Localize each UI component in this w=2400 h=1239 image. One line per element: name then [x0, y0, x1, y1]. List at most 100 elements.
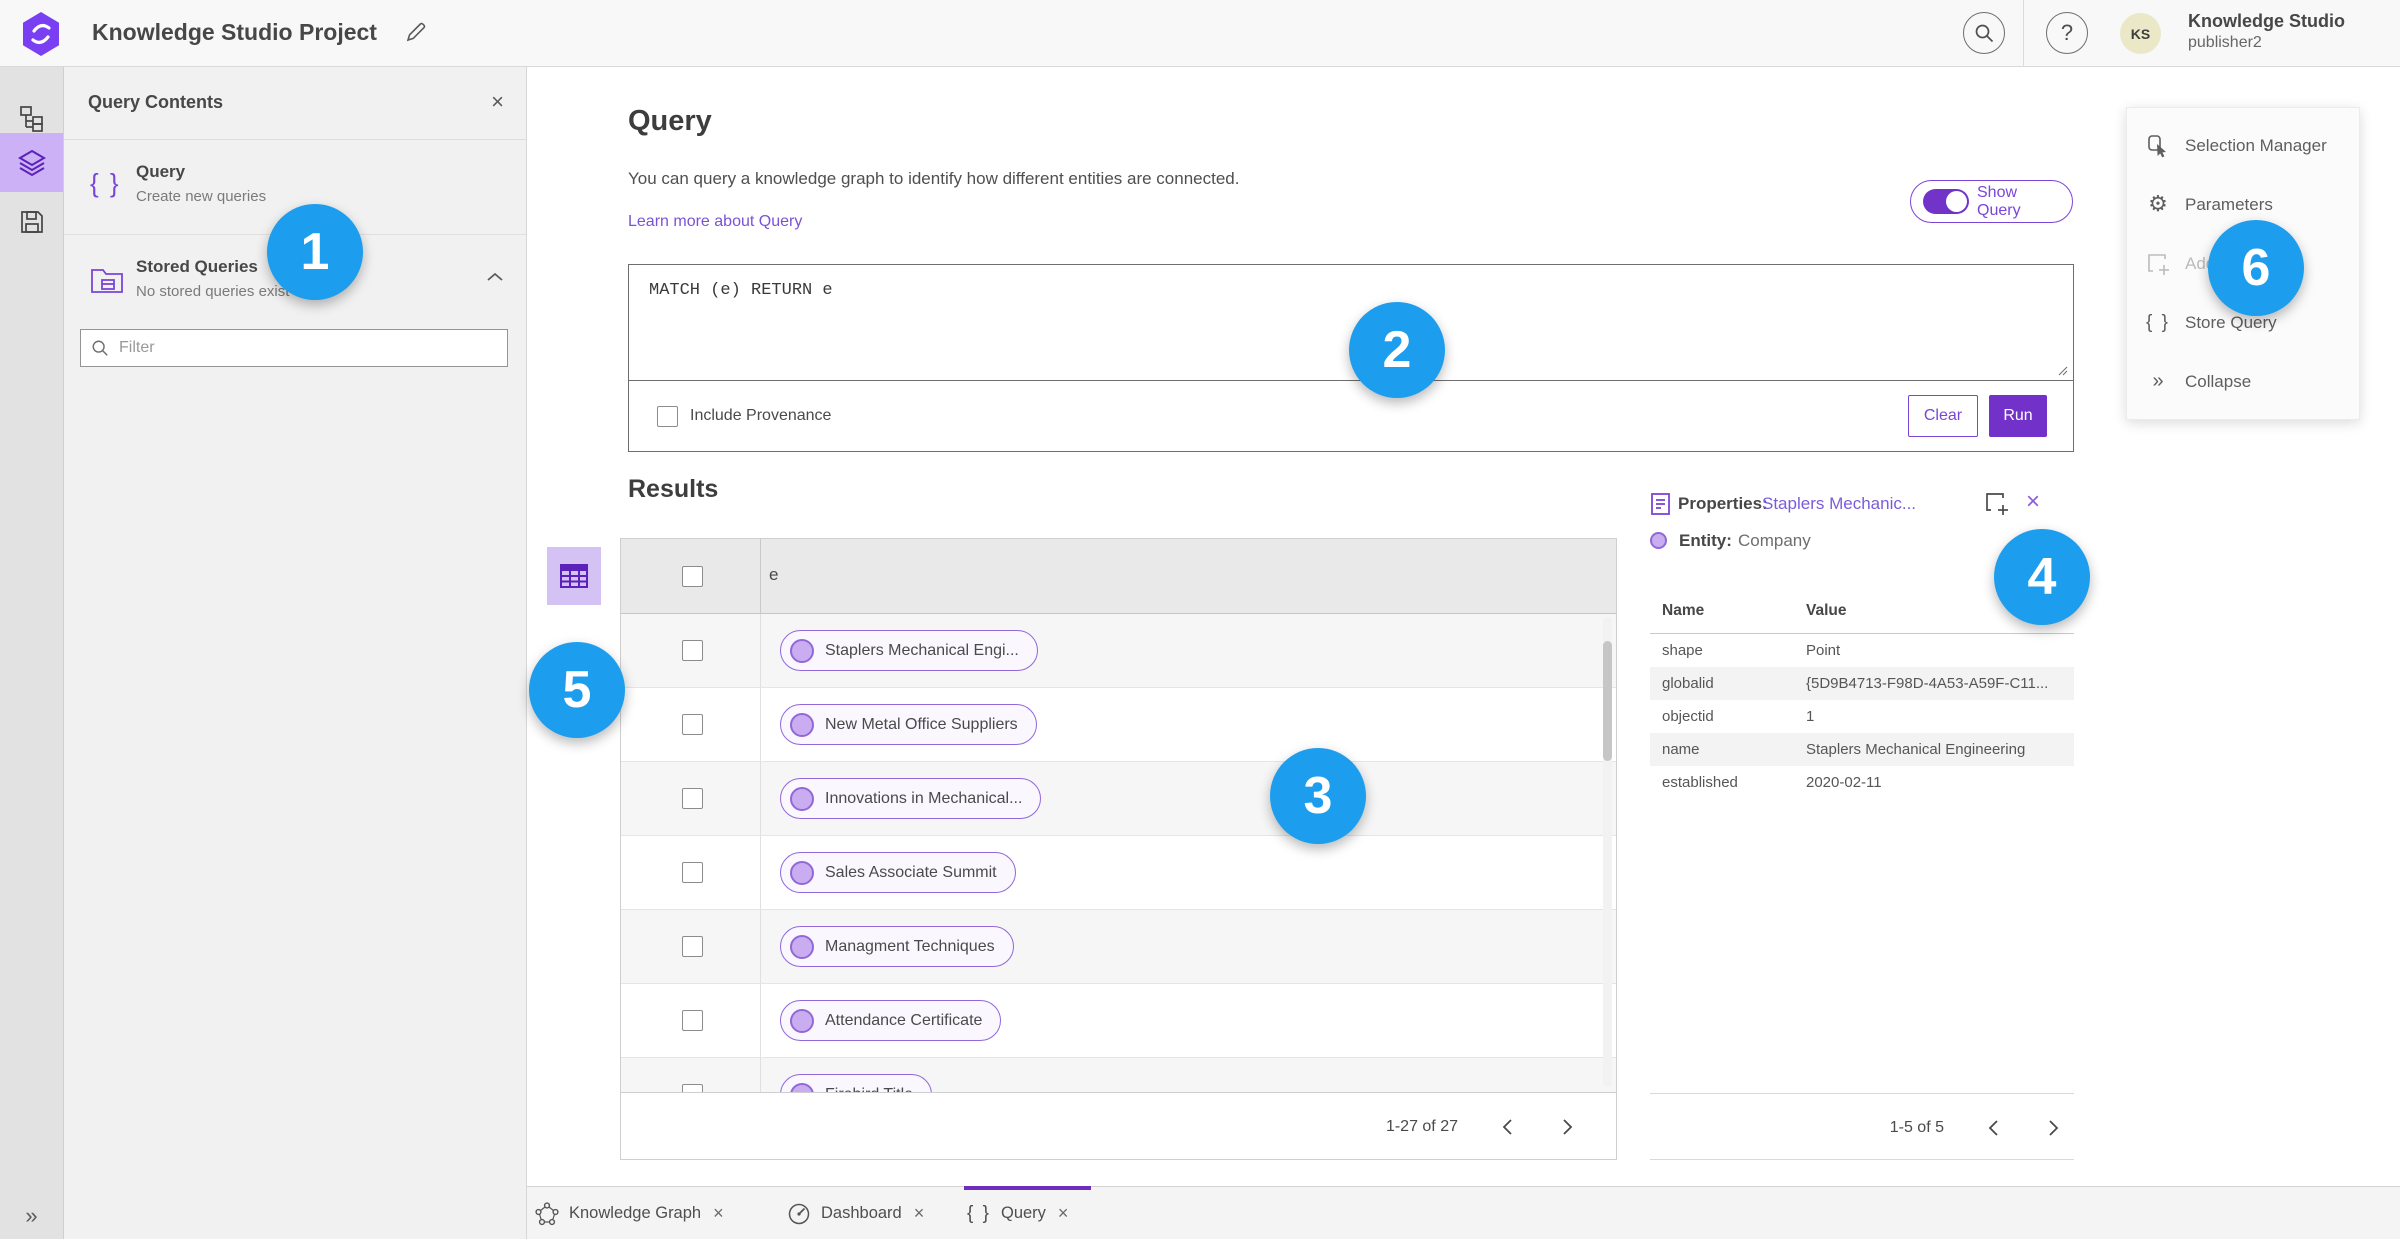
- table-row: Sales Associate Summit: [621, 836, 1616, 910]
- resize-handle-icon[interactable]: [2057, 365, 2069, 377]
- column-header-e: e: [769, 565, 779, 584]
- row-checkbox[interactable]: [682, 1010, 703, 1031]
- help-button[interactable]: ?: [2046, 12, 2088, 54]
- avatar[interactable]: KS: [2120, 13, 2161, 54]
- scrollbar-thumb[interactable]: [1603, 641, 1612, 761]
- entity-chip[interactable]: Firebird Title: [780, 1074, 933, 1093]
- results-table-body: Staplers Mechanical Engi... New Metal Of…: [621, 614, 1616, 1093]
- selection-manager-icon: [2143, 134, 2173, 158]
- callout-badge-1: 1: [267, 204, 363, 300]
- run-button[interactable]: Run: [1989, 395, 2047, 437]
- braces-icon: { }: [90, 168, 121, 198]
- folder-icon: [90, 263, 124, 295]
- learn-more-link[interactable]: Learn more about Query: [628, 213, 802, 231]
- property-row: established 2020-02-11: [1650, 766, 2074, 799]
- entity-chip[interactable]: Sales Associate Summit: [780, 852, 1016, 893]
- callout-badge-4: 4: [1994, 529, 2090, 625]
- collapse-icon: »: [2152, 370, 2164, 392]
- table-row: Firebird Title: [621, 1058, 1616, 1093]
- table-view-button[interactable]: [547, 547, 601, 605]
- results-heading: Results: [628, 475, 719, 503]
- property-row: shape Point: [1650, 634, 2074, 667]
- properties-label: Properties:: [1678, 494, 1768, 513]
- close-tab-icon[interactable]: ×: [1056, 1203, 1071, 1224]
- gear-icon: ⚙: [2148, 192, 2168, 217]
- entity-chip[interactable]: Staplers Mechanical Engi...: [780, 630, 1038, 671]
- stored-queries-subtitle: No stored queries exist: [136, 283, 290, 300]
- table-icon: [560, 564, 588, 588]
- properties-footer: 1-5 of 5: [1650, 1093, 2074, 1160]
- query-item-title: Query: [136, 162, 186, 181]
- menu-item-selection-manager[interactable]: Selection Manager: [2127, 116, 2359, 175]
- chevron-up-icon[interactable]: [486, 271, 504, 283]
- contents-rail-button[interactable]: [0, 133, 63, 192]
- panel-close-icon[interactable]: ×: [491, 89, 504, 115]
- table-row: New Metal Office Suppliers: [621, 688, 1616, 762]
- name-column-header: Name: [1662, 602, 1705, 619]
- prev-page-button[interactable]: [1982, 1117, 2004, 1139]
- expand-rail-button[interactable]: »: [0, 1203, 63, 1229]
- filter-input[interactable]: [119, 339, 497, 357]
- next-page-button[interactable]: [2042, 1117, 2064, 1139]
- query-editor-footer: Include Provenance Clear Run: [629, 381, 2073, 451]
- app-logo-icon[interactable]: [20, 11, 62, 57]
- callout-badge-6: 6: [2208, 220, 2304, 316]
- close-tab-icon[interactable]: ×: [711, 1203, 726, 1224]
- show-query-toggle[interactable]: Show Query: [1910, 180, 2073, 223]
- menu-item-collapse[interactable]: » Collapse: [2127, 352, 2359, 411]
- table-row: Innovations in Mechanical...: [621, 762, 1616, 836]
- include-provenance-label: Include Provenance: [690, 407, 832, 424]
- row-checkbox[interactable]: [682, 862, 703, 883]
- knowledge-studio-app: Knowledge Studio Project ? KS Knowledge …: [0, 0, 2400, 1239]
- add-to-map-icon[interactable]: [1983, 490, 2009, 516]
- knowledge-graph-icon: [535, 1201, 559, 1226]
- help-icon: ?: [2060, 20, 2074, 45]
- entity-chip[interactable]: Managment Techniques: [780, 926, 1014, 967]
- left-icon-rail: »: [0, 67, 64, 1239]
- results-footer: 1-27 of 27: [621, 1092, 1616, 1159]
- properties-pagination-text: 1-5 of 5: [1889, 1118, 1944, 1136]
- tab-query[interactable]: { } Query ×: [967, 1187, 1070, 1239]
- property-row: globalid {5D9B4713-F98D-4A53-A59F-C11...: [1650, 667, 2074, 700]
- query-text: MATCH (e) RETURN e: [649, 281, 833, 300]
- row-checkbox[interactable]: [682, 714, 703, 735]
- tab-dashboard[interactable]: Dashboard ×: [787, 1187, 926, 1239]
- save-rail-button[interactable]: [0, 192, 63, 251]
- next-page-button[interactable]: [1556, 1116, 1578, 1138]
- search-icon: [1975, 24, 1994, 43]
- tab-knowledge-graph[interactable]: Knowledge Graph ×: [535, 1187, 726, 1239]
- dashboard-icon: [787, 1202, 811, 1226]
- entity-dot-icon: [790, 1008, 814, 1033]
- row-checkbox[interactable]: [682, 640, 703, 661]
- results-pagination-text: 1-27 of 27: [1385, 1117, 1458, 1135]
- search-button[interactable]: [1963, 12, 2005, 54]
- entity-dot-icon: [790, 712, 814, 737]
- property-row: objectid 1: [1650, 700, 2074, 733]
- braces-icon: { }: [2146, 311, 2170, 333]
- properties-close-icon[interactable]: ×: [2026, 488, 2040, 516]
- entity-chip[interactable]: New Metal Office Suppliers: [780, 704, 1037, 745]
- braces-icon: { }: [967, 1202, 991, 1224]
- results-table-header: e: [621, 539, 1616, 614]
- edit-title-icon[interactable]: [403, 19, 429, 45]
- toggle-switch-icon: [1923, 189, 1969, 214]
- row-checkbox[interactable]: [682, 788, 703, 809]
- close-tab-icon[interactable]: ×: [912, 1203, 927, 1224]
- user-menu[interactable]: Knowledge Studio publisher2: [2188, 10, 2345, 53]
- add-box-icon: [2143, 252, 2173, 276]
- results-table: e Staplers Mechanical Engi... New Metal …: [620, 538, 1617, 1160]
- panel-header: Query Contents ×: [64, 67, 526, 140]
- entity-dot-icon: [1650, 532, 1667, 549]
- entity-dot-icon: [790, 638, 814, 663]
- table-row: Managment Techniques: [621, 910, 1616, 984]
- prev-page-button[interactable]: [1496, 1116, 1518, 1138]
- properties-header: Properties: Staplers Mechanic... ×: [1650, 488, 2074, 522]
- bottom-tab-bar: Knowledge Graph × Dashboard × { } Query …: [527, 1186, 2400, 1239]
- entity-chip[interactable]: Attendance Certificate: [780, 1000, 1002, 1041]
- include-provenance-checkbox[interactable]: [657, 405, 678, 427]
- properties-entity-link[interactable]: Staplers Mechanic...: [1762, 494, 1916, 514]
- row-checkbox[interactable]: [682, 936, 703, 957]
- select-all-checkbox[interactable]: [682, 566, 703, 587]
- clear-button[interactable]: Clear: [1908, 395, 1978, 437]
- entity-chip[interactable]: Innovations in Mechanical...: [780, 778, 1042, 819]
